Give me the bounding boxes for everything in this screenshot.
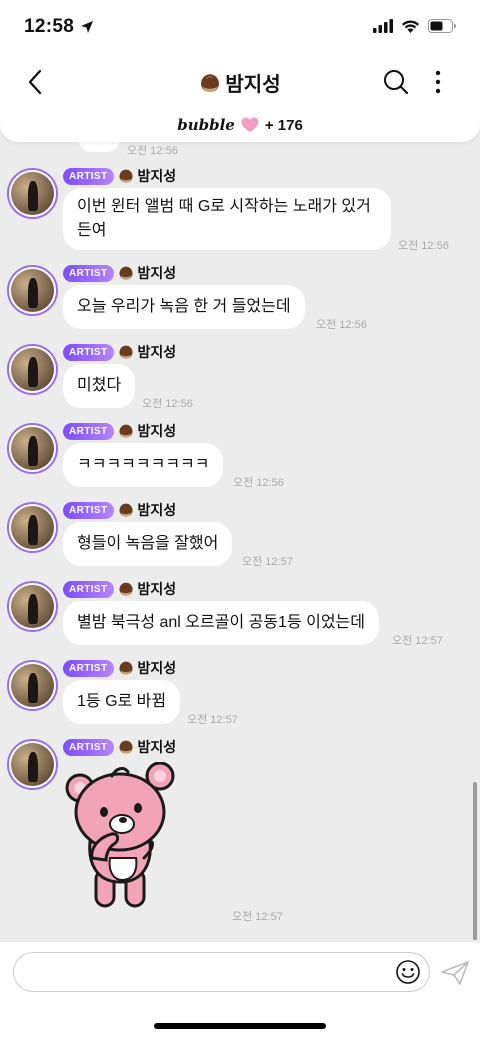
chat-area[interactable]: 오전 12:56 ARTIST 밤지성 이번 윈터 앨범 때 G로 시작하는 노… [0,142,480,942]
bubble-subscriber-bar: bubble + 176 [0,108,480,142]
message-text: 형들이 녹음을 잘했어 [77,535,219,552]
artist-badge: ARTIST [63,422,114,440]
artist-badge: ARTIST [63,580,114,598]
message-bubble[interactable]: 별밤 북극성 anl 오르골이 공동1등 이었는데 [63,601,379,645]
message-time: 오전 12:57 [242,556,293,568]
signal-icon [373,19,393,33]
artist-badge: ARTIST [63,659,114,677]
sender-name: 밤지성 [137,739,177,755]
message-input[interactable] [13,952,430,992]
sender-name: 밤지성 [137,344,177,360]
message-bubble[interactable]: 오늘 우리가 녹음 한 거 들었는데 [63,285,305,329]
sender-name: 밤지성 [137,423,177,439]
chestnut-icon [118,661,133,675]
avatar[interactable] [7,660,58,711]
message-time: 오전 12:56 [316,319,367,331]
message-text: 1등 G로 바뀜 [77,693,167,710]
more-vertical-icon[interactable] [426,68,450,96]
artist-badge: ARTIST [63,264,114,282]
message-bubble[interactable]: 미쳤다 [63,364,136,408]
chestnut-icon [118,169,133,183]
sender-row: ARTIST 밤지성 [63,343,176,361]
chestnut-icon [118,582,133,596]
sender-name: 밤지성 [137,581,177,597]
avatar[interactable] [7,502,58,553]
location-arrow-icon [81,21,93,33]
message-text: 오늘 우리가 녹음 한 거 들었는데 [77,298,291,315]
chestnut-icon [118,345,133,359]
message-bubble[interactable]: ㅋㅋㅋㅋㅋㅋㅋㅋㅋ [63,443,224,487]
sender-name: 밤지성 [137,265,177,281]
home-indicator [154,1023,326,1029]
avatar[interactable] [7,739,58,790]
chestnut-icon [118,503,133,517]
smiley-icon[interactable] [395,959,421,985]
artist-badge: ARTIST [63,167,114,185]
previous-message-time: 오전 12:56 [127,145,178,157]
chestnut-icon [118,424,133,438]
chestnut-icon [201,73,220,92]
sender-row: ARTIST 밤지성 [63,167,176,185]
message-time: 오전 12:57 [187,714,238,726]
chestnut-icon [118,266,133,280]
wifi-icon [402,20,419,33]
avatar[interactable] [7,265,58,316]
bubble-count: + 176 [264,116,303,134]
sender-name: 밤지성 [137,502,177,518]
sender-row: ARTIST 밤지성 [63,422,176,440]
sender-row: ARTIST 밤지성 [63,659,176,677]
message-bubble[interactable]: 형들이 녹음을 잘했어 [63,522,233,566]
sender-name: 밤지성 [137,660,177,676]
avatar[interactable] [7,423,58,474]
search-icon[interactable] [382,68,410,96]
artist-badge: ARTIST [63,501,114,519]
heart-icon [241,117,259,132]
chestnut-icon [118,740,133,754]
nav-bar: 밤지성 [0,56,480,108]
pink-bear-sticker[interactable] [62,762,178,912]
message-input-bar [0,942,480,1039]
message-text: 미쳤다 [77,377,122,394]
message-text: 별밤 북극성 anl 오르골이 공동1등 이었는데 [77,614,365,631]
message-text: ㅋㅋㅋㅋㅋㅋㅋㅋㅋ [77,456,210,473]
previous-message-bubble [78,142,120,152]
message-bubble[interactable]: 이번 윈터 앨범 때 G로 시작하는 노래가 있거 든여 [63,188,391,250]
artist-badge: ARTIST [63,738,114,756]
scrollbar[interactable] [473,782,477,940]
message-time: 오전 12:57 [392,635,443,647]
bubble-logo: bubble [177,116,235,134]
chat-title-text: 밤지성 [225,74,281,96]
message-time: 오전 12:56 [233,477,284,489]
message-bubble[interactable]: 1등 G로 바뀜 [63,680,181,724]
avatar[interactable] [7,581,58,632]
sender-row: ARTIST 밤지성 [63,501,176,519]
message-time: 오전 12:57 [232,911,283,923]
artist-badge: ARTIST [63,343,114,361]
status-bar: 12:58 [0,0,480,56]
message-time: 오전 12:56 [398,240,449,252]
avatar[interactable] [7,168,58,219]
message-text: 이번 윈터 앨범 때 G로 시작하는 노래가 있거 든여 [77,198,371,239]
sender-row: ARTIST 밤지성 [63,264,176,282]
avatar[interactable] [7,344,58,395]
sender-row: ARTIST 밤지성 [63,580,176,598]
sender-row: ARTIST 밤지성 [63,738,176,756]
message-time: 오전 12:56 [142,398,193,410]
paper-plane-icon[interactable] [440,960,470,986]
battery-icon [428,19,456,33]
sender-name: 밤지성 [137,168,177,184]
status-time: 12:58 [24,16,75,37]
